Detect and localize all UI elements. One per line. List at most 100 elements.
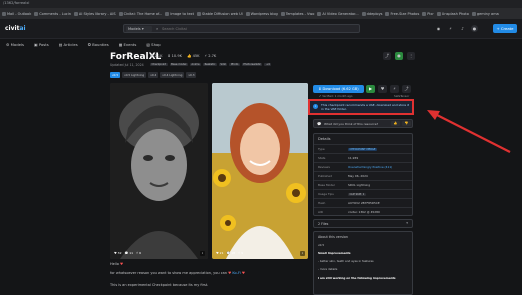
- bookmark-item[interactable]: Comments - Lucin: [34, 11, 71, 16]
- bookmark-item[interactable]: Civitai: The Home of...: [118, 11, 162, 16]
- bookmark-item[interactable]: ddeploys: [361, 11, 382, 16]
- bookmark-item[interactable]: Wordpress blog: [245, 11, 278, 16]
- model-stats: ♥ 2.1K ⬇ 10.9K 👍 45K ⚡ 2.7K: [150, 54, 216, 58]
- about-line: v0.5: [318, 243, 325, 247]
- about-line: Small Improvements: [318, 251, 351, 255]
- details-key: Stats: [318, 156, 326, 160]
- bookmark-icon[interactable]: ●: [395, 52, 403, 60]
- bookmark-item[interactable]: Templates - Vwo: [280, 11, 314, 16]
- search-scope-select[interactable]: Models ▾: [126, 26, 152, 32]
- run-button[interactable]: ▶: [366, 85, 375, 93]
- files-accordion[interactable]: 2 Files ▾: [313, 219, 413, 228]
- search-input[interactable]: [162, 25, 352, 32]
- screenshot-root: /1362/forrealxl Mail - Outlook Comments -…: [0, 0, 522, 295]
- description-greeting: Hello ♥: [110, 262, 124, 266]
- chevron-down-icon: ▾: [406, 221, 408, 225]
- model-tag[interactable]: Base model: [169, 63, 188, 66]
- search-icon: ⌕: [156, 26, 159, 31]
- details-key: Published: [318, 174, 332, 178]
- version-tab[interactable]: v0.5 Lightning: [122, 72, 147, 78]
- nav-events[interactable]: ▦ Events: [119, 42, 137, 47]
- details-key: Reviews: [318, 165, 330, 169]
- portrait-illustration: [212, 83, 308, 259]
- model-tag[interactable]: Sdxl: [218, 63, 228, 66]
- main-nav: ⚙ Models ▣ Posts ▤ Articles ✪ Bounties ▦…: [0, 39, 522, 50]
- version-tab[interactable]: v0.3: [186, 72, 197, 78]
- review-prompt[interactable]: 💬 What did you think of this resource? 👍…: [313, 119, 413, 128]
- favorite-icon[interactable]: ♥: [378, 85, 387, 93]
- details-key: Hash: [318, 201, 326, 205]
- share-icon[interactable]: ⤴: [383, 52, 391, 60]
- file-format-label: SafeTensor: [394, 94, 410, 98]
- details-title: Details: [318, 137, 331, 141]
- showcase-image-elderly-woman[interactable]: ♥ 32 💬 11 ⚡ 6 i: [110, 83, 208, 259]
- details-row: AIR civitai: 1362 @ 45280: [314, 207, 412, 215]
- favicon-icon: [118, 11, 123, 16]
- version-tab[interactable]: v0.5: [110, 72, 121, 78]
- showcase-image-sunflower-woman[interactable]: ♥ 21 💬 18 ⚡ 9 i: [212, 83, 308, 259]
- browser-address-bar[interactable]: /1362/forrealxl: [0, 0, 522, 8]
- bookmark-item[interactable]: Free-Size Photos: [385, 11, 419, 16]
- image-info-icon[interactable]: i: [200, 251, 205, 256]
- bookmark-item[interactable]: Unsplash Photo: [436, 11, 469, 16]
- details-row: Usage Tips CLIP SKIP: 1: [314, 189, 412, 197]
- details-value: May 06, 2024: [348, 174, 368, 178]
- rating-stat: ♥ 2.1K: [150, 54, 163, 58]
- details-row: Stats 11,939: [314, 153, 412, 161]
- model-tag[interactable]: Realistic: [203, 63, 217, 66]
- about-version-panel: About this version v0.5 Small Improvemen…: [313, 231, 413, 295]
- version-tab[interactable]: v0.4 Lightning: [160, 72, 185, 78]
- buzz-stat: ⚡ 2.7K: [204, 54, 217, 58]
- download-button[interactable]: ⬇ Download (6.62 GB): [313, 85, 364, 93]
- model-tag[interactable]: +4: [264, 63, 272, 66]
- bookmark-item[interactable]: Image to text: [165, 11, 194, 16]
- nav-posts[interactable]: ▣ Posts: [34, 42, 49, 47]
- favicon-icon: [2, 11, 6, 16]
- version-tab[interactable]: v0.4: [148, 72, 159, 78]
- portrait-illustration: [110, 83, 208, 259]
- nav-shop[interactable]: ▧ Shop: [146, 42, 160, 47]
- bookmark-item[interactable]: AI Styles library - AIS: [73, 11, 116, 16]
- bookmark-item[interactable]: Stable Diffusion web Ul: [196, 11, 243, 16]
- create-button[interactable]: + Create: [493, 24, 517, 33]
- nav-articles[interactable]: ▤ Articles: [59, 42, 78, 47]
- image-info-icon[interactable]: i: [300, 251, 305, 256]
- version-tabs: v0.5 v0.5 Lightning v0.4 v0.4 Lightning v0.3: [110, 72, 197, 78]
- nav-bounties[interactable]: ✪ Bounties: [88, 42, 109, 47]
- favicon-icon: [34, 11, 39, 16]
- share-model-icon[interactable]: ⤴: [402, 85, 411, 93]
- tip-icon[interactable]: ⚡: [390, 85, 399, 93]
- bookmark-item[interactable]: AI Video Generator...: [317, 11, 359, 16]
- kofi-link[interactable]: Ko-Fi: [232, 271, 240, 275]
- notice-text: This checkpoint recommends a VAE, downlo…: [321, 103, 410, 111]
- civitai-logo[interactable]: civitai: [5, 25, 26, 32]
- avatar[interactable]: ●: [471, 25, 478, 32]
- buzz-icon[interactable]: ⚡: [447, 25, 454, 32]
- model-tag[interactable]: Photorealistic: [241, 63, 263, 66]
- bookmark-item[interactable]: geminy ama: [471, 11, 499, 16]
- thumbs-down-icon[interactable]: 👎: [402, 121, 411, 126]
- favicon-icon: [317, 11, 322, 16]
- favicon-icon: [361, 11, 366, 16]
- favicon-icon: [436, 11, 441, 16]
- details-value: CHECKPOINT MERGE: [348, 148, 377, 151]
- notification-bell-icon[interactable]: ♪: [459, 25, 466, 32]
- model-tag[interactable]: Checkpoint: [150, 63, 168, 66]
- download-stat: ⬇ 10.9K: [167, 54, 182, 58]
- camera-icon[interactable]: ◉: [435, 25, 442, 32]
- updated-date: Updated Jul 11, 2024: [110, 63, 144, 67]
- thumbs-up-icon[interactable]: 👍: [391, 121, 400, 126]
- nav-models[interactable]: ⚙ Models: [6, 42, 24, 47]
- about-line: I am still working on the following impr…: [318, 276, 396, 280]
- bookmark-item[interactable]: Mail - Outlook: [2, 11, 31, 16]
- details-value: 11,939: [348, 156, 359, 160]
- model-tag[interactable]: Anime: [189, 63, 202, 66]
- details-row: Hash AUTOV2 2B7F85D5CE: [314, 198, 412, 206]
- details-panel: Details Type CHECKPOINT MERGE Stats 11,939 R…: [313, 133, 413, 216]
- details-value[interactable]: Overwhelmingly Positive (411): [348, 165, 392, 169]
- search-bar: Models ▾ ⌕: [123, 24, 360, 33]
- favicon-icon: [73, 11, 78, 16]
- model-tag[interactable]: Photo: [229, 63, 240, 66]
- bookmark-item[interactable]: Pixr: [422, 11, 434, 16]
- more-icon[interactable]: ⋮: [407, 52, 415, 60]
